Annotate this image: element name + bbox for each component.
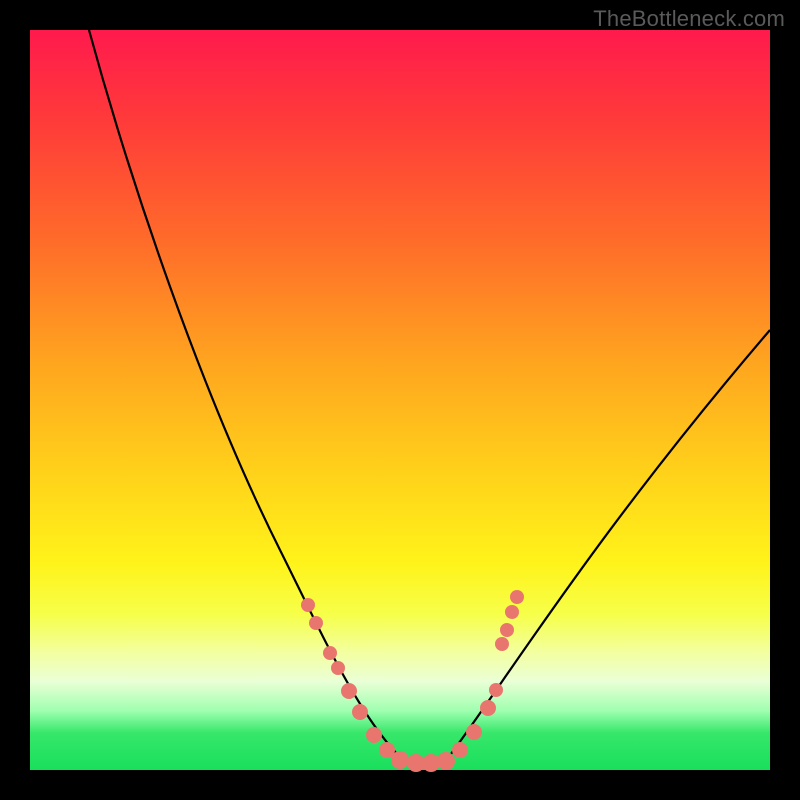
curve-right xyxy=(445,330,770,762)
watermark-text: TheBottleneck.com xyxy=(593,6,785,32)
curve-layer xyxy=(30,30,770,770)
bottleneck-chart xyxy=(30,30,770,770)
curve-left xyxy=(89,30,405,762)
marker-group xyxy=(301,590,524,772)
